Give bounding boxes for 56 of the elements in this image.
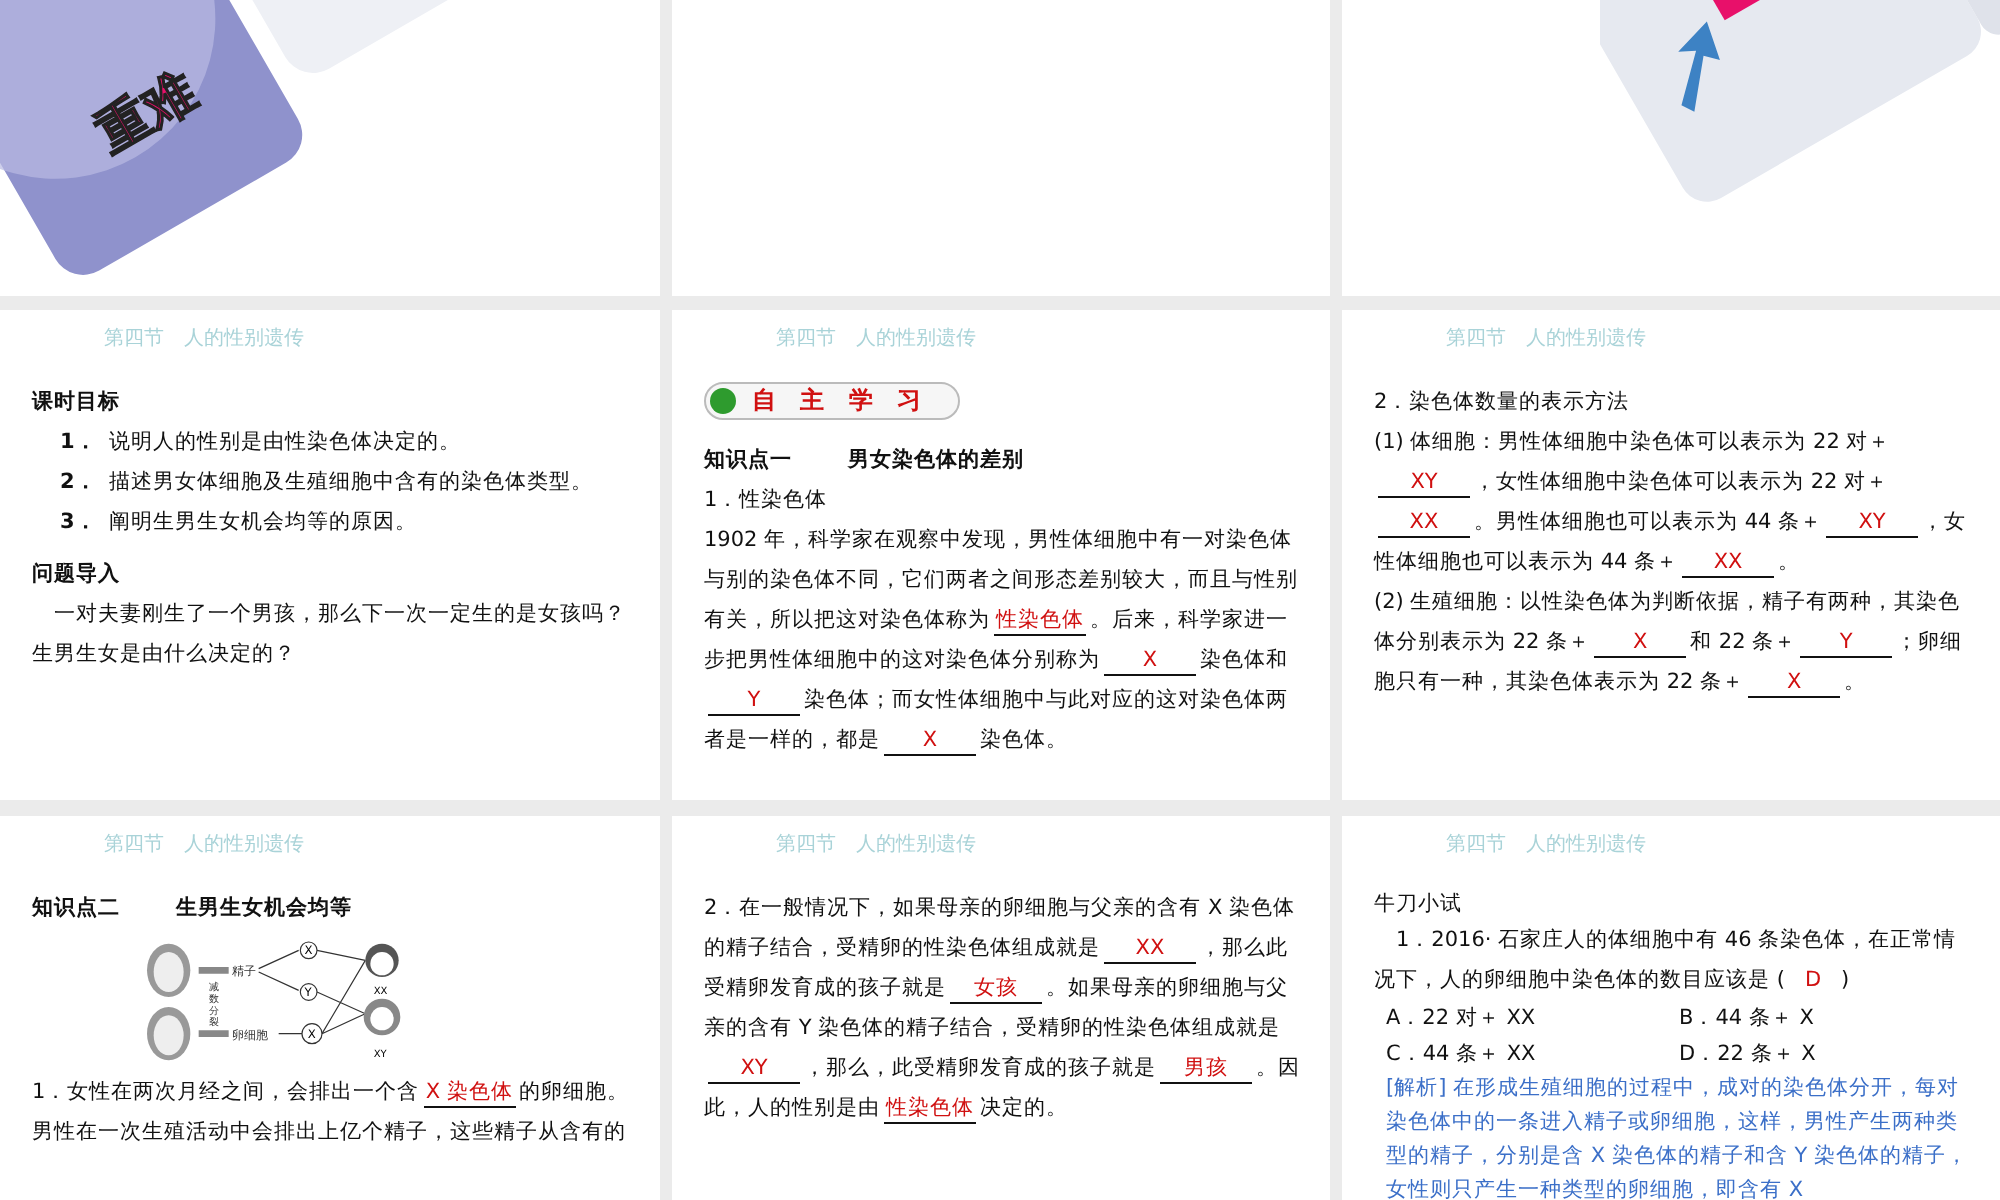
slide-header: 第四节 人的性别遗传 [776, 326, 978, 354]
option-text: D．22 条＋ X [1679, 1040, 1818, 1070]
option-text: B．44 条＋ X [1679, 1004, 1816, 1034]
option-text: A．22 对＋ XX [1386, 1004, 1538, 1034]
fill-in-line: 女孩 [950, 974, 1042, 1004]
fill-in-line: 性染色体 [994, 606, 1086, 636]
analysis-text: [解析] 在形成生殖细胞的过程中，成对的染色体分开，每对染色体中的一条进入精子或卵细胞，这样，男性产生两种类型的精子，分别是含 X 染色体的精子和含 Y 染色体的精子，女性则只产生一种类型的卵细胞，即含有 X [1384, 1074, 1970, 1200]
badge-text: 自 主 学 习 [752, 384, 930, 418]
paragraph: 2．染色体数量的表示方法 [1374, 388, 1632, 418]
paragraph: (2) 生殖细胞：以性染色体为判断依据，精子有两种，其染色体分别表示为 22 条＋ X 和 22 条＋ Y ；卵细胞只有一种，其染色体表示为 22 条＋ X 。 [1374, 588, 1965, 702]
paragraph: (1) 体细胞：男性体细胞中染色体可以表示为 22 对＋ XY ，女性体细胞中染色体可以表示为 22 对＋ XX 。男性体细胞也可以表示为 44 条＋ XY ，女性体细胞也可以表示为 44 条＋ XX 。 [1374, 428, 1969, 582]
fill-in-line: XX [1104, 934, 1196, 964]
fill-in-line: X [1594, 628, 1687, 658]
paragraph: 1．女性在两次月经之间，会排出一个含 X 染色体 的卵细胞。男性在一次生殖活动中会排出上亿个精子，这些精子从含有的 [32, 1076, 632, 1148]
fill-in-line: XY [1378, 468, 1470, 498]
paragraph: 1．性染色体 [704, 486, 830, 516]
paragraph: 1902 年，科学家在观察中发现，男性体细胞中有一对染色体与别的染色体不同，它们两者之间形态差别较大，而且与性别有关，所以把这对染色体称为 性染色体 。后来，科学家进一步把男性体细胞中的这对染色体分别称为 X 染色体和 Y 染色体；而女性体细胞中与此对应的这对染色体两者是一样的，都是 X 染色体。 [704, 526, 1300, 760]
item-text: 描述男女体细胞及生殖细胞中含有的染色体类型。 [108, 468, 593, 498]
answer-text: D [1802, 968, 1824, 992]
slide-header: 第四节 人的性别遗传 [1446, 326, 1648, 354]
item-number: 3． [60, 508, 97, 538]
fill-in-line: XY [708, 1054, 800, 1084]
section-title: 生男生女机会均等 [176, 894, 352, 924]
slide-header: 第四节 人的性别遗传 [1446, 832, 1648, 860]
slide[interactable]: 第四节 人的性别遗传 2．在一般情况下，如果母亲的卵细胞与父亲的含有 X 染色体的精子结合，受精卵的性染色体组成就是 XX ，那么此受精卵发育成的孩子就是 女孩 。如果母亲的卵细胞与父亲的含有 Y 染色体的精子结合，受精卵的性染色体组成就是 XY ，那么，此受精卵发育成的孩子就是 男孩 。因此，人的性别是由 性染色体 决定的。 [672, 816, 1330, 1200]
paragraph: 1．2016· 石家庄人的体细胞中有 46 条染色体，在正常情况下，人的卵细胞中染色体的数目应该是 ( D ) [1374, 926, 1959, 996]
fill-in-line: X [1748, 668, 1841, 698]
section-title: 知识点二 [32, 894, 120, 924]
fill-in-line: X [884, 726, 976, 756]
section-title: 男女染色体的差别 [848, 446, 1024, 476]
fill-in-line: X 染色体 [423, 1078, 516, 1108]
item-number: 1． [60, 428, 97, 458]
fill-in-line: XY [1826, 508, 1919, 538]
paragraph: 2．在一般情况下，如果母亲的卵细胞与父亲的含有 X 染色体的精子结合，受精卵的性染色体组成就是 XX ，那么此受精卵发育成的孩子就是 女孩 。如果母亲的卵细胞与父亲的含有 Y 染色体的精子结合，受精卵的性染色体组成就是 XY ，那么，此受精卵发育成的孩子就是 男孩 。因此，人的性别是由 性染色体 决定的。 [704, 894, 1302, 1128]
section-title: 课时目标 [32, 388, 120, 418]
item-text: 说明人的性别是由性染色体决定的。 [108, 428, 461, 458]
paragraph: 一对夫妻刚生了一个男孩，那么下一次一定生的是女孩吗？生男生女是由什么决定的？ [32, 600, 628, 670]
slide-header: 第四节 人的性别遗传 [104, 832, 306, 860]
slide-header: 第四节 人的性别遗传 [104, 326, 306, 354]
dot-icon [710, 388, 736, 414]
section-title: 知识点一 [704, 446, 792, 476]
fill-in-line: 男孩 [1160, 1054, 1252, 1084]
option-text: C．44 条＋ XX [1386, 1040, 1538, 1070]
item-text: 阐明生男生女机会均等的原因。 [108, 508, 417, 538]
fill-in-line: Y [708, 686, 800, 716]
slide-header: 第四节 人的性别遗传 [776, 832, 978, 860]
fill-in-line: XX [1378, 508, 1470, 538]
fill-in-line: Y [1800, 628, 1893, 658]
fill-in-line: XX [1682, 548, 1775, 578]
slide[interactable]: 第四节 人的性别遗传 自 主 学 习 知识点一 男女染色体的差别 1．性染色体 1902 年，科学家在观察中发现，男性体细胞中有一对染色体与别的染色体不同，它们两者之间形态差别较大，而且与性别有关，所以把这对染色体称为 性染色体 。后来，科学家进一步把男性体细胞中的这对染色体分别称为 X 染色体和 Y 染色体；而女性体细胞中与此对应的这对染色体两者是一样的，都是 X 染色体。 [672, 310, 1330, 800]
slide[interactable]: 第四节 人的性别遗传 课时目标 1． 说明人的性别是由性染色体决定的。 2． 描述男女体细胞及生殖细胞中含有的染色体类型。 3． 阐明生男生女机会均等的原因。 问题导入 一对夫妻刚生了一个男孩，那么下一次一定生的是女孩吗？生男生女是由什么决定的？ [0, 310, 660, 800]
section-title: 牛刀小试 [1374, 890, 1464, 920]
fill-in-line: 性染色体 [884, 1094, 976, 1124]
fill-in-line: X [1104, 646, 1196, 676]
section-title: 问题导入 [32, 560, 120, 590]
item-number: 2． [60, 468, 97, 498]
